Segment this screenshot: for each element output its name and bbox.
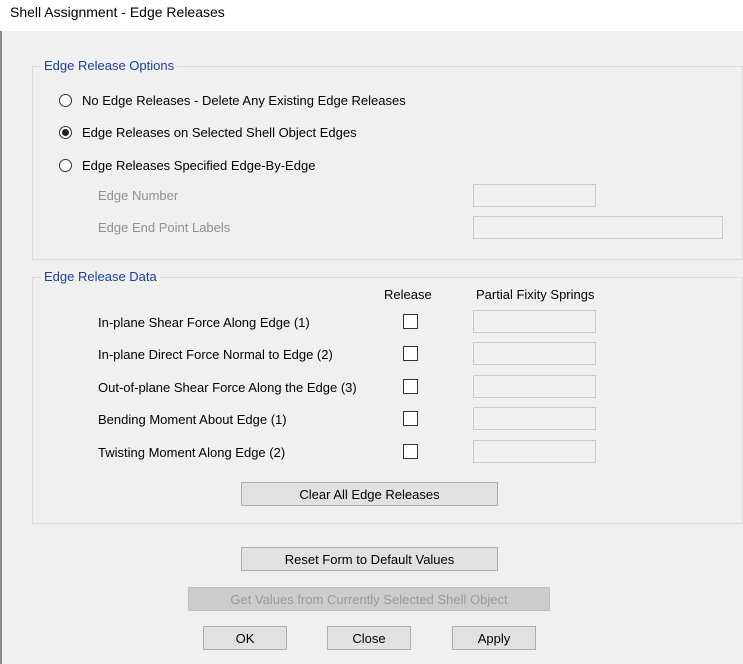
edge-end-point-labels-label: Edge End Point Labels [98,220,231,235]
window-title: Shell Assignment - Edge Releases [10,4,225,20]
row-label-inplane-direct: In-plane Direct Force Normal to Edge (2) [98,347,333,362]
release-checkbox-inplane-shear[interactable] [403,314,418,329]
radio-edge-by-edge-label: Edge Releases Specified Edge-By-Edge [82,158,316,173]
spring-input-outofplane-shear[interactable] [473,375,596,398]
close-button[interactable]: Close [327,626,411,650]
radio-selected-shell-edges[interactable] [59,126,72,139]
partial-fixity-springs-header: Partial Fixity Springs [476,287,595,302]
clear-all-edge-releases-button[interactable]: Clear All Edge Releases [241,482,498,506]
window-left-edge [0,31,2,664]
spring-input-inplane-direct[interactable] [473,342,596,365]
radio-no-edge-releases[interactable] [59,94,72,107]
spring-input-twisting-moment[interactable] [473,440,596,463]
release-checkbox-outofplane-shear[interactable] [403,379,418,394]
radio-edge-by-edge[interactable] [59,159,72,172]
ok-button[interactable]: OK [203,626,287,650]
row-label-bending-moment: Bending Moment About Edge (1) [98,412,287,427]
spring-input-inplane-shear[interactable] [473,310,596,333]
apply-button[interactable]: Apply [452,626,536,650]
row-label-twisting-moment: Twisting Moment Along Edge (2) [98,445,286,460]
release-checkbox-twisting-moment[interactable] [403,444,418,459]
edge-release-data-legend: Edge Release Data [41,269,160,284]
release-checkbox-bending-moment[interactable] [403,411,418,426]
row-label-inplane-shear: In-plane Shear Force Along Edge (1) [98,315,310,330]
edge-release-options-legend: Edge Release Options [41,58,178,73]
edge-number-label: Edge Number [98,188,179,203]
radio-selected-shell-edges-label: Edge Releases on Selected Shell Object E… [82,125,357,140]
title-bar: Shell Assignment - Edge Releases [0,0,743,31]
radio-no-edge-releases-label: No Edge Releases - Delete Any Existing E… [82,93,406,108]
row-label-outofplane-shear: Out-of-plane Shear Force Along the Edge … [98,380,357,395]
get-values-button[interactable]: Get Values from Currently Selected Shell… [188,587,550,611]
edge-end-point-labels-input[interactable] [473,216,723,239]
release-column-header: Release [384,287,432,302]
edge-number-input[interactable] [473,184,596,207]
release-checkbox-inplane-direct[interactable] [403,346,418,361]
spring-input-bending-moment[interactable] [473,407,596,430]
reset-form-button[interactable]: Reset Form to Default Values [241,547,498,571]
